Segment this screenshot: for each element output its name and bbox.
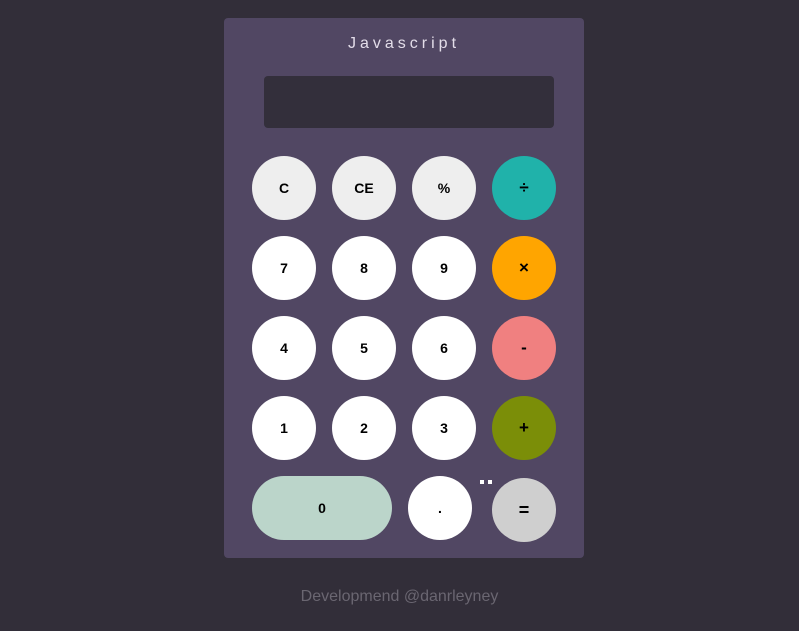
digit-9-button[interactable]: 9 [412, 236, 476, 300]
digit-2-button[interactable]: 2 [332, 396, 396, 460]
digit-6-button[interactable]: 6 [412, 316, 476, 380]
digit-7-button[interactable]: 7 [252, 236, 316, 300]
calculator-display [264, 76, 554, 128]
subtract-button[interactable]: - [492, 316, 556, 380]
digit-8-button[interactable]: 8 [332, 236, 396, 300]
digit-3-button[interactable]: 3 [412, 396, 476, 460]
digit-1-button[interactable]: 1 [252, 396, 316, 460]
calculator-panel: Javascript C CE % ÷ 7 8 9 × 4 5 6 - 1 2 … [224, 18, 584, 558]
drag-handle-icon [480, 480, 492, 484]
equals-button[interactable]: = [492, 478, 556, 542]
digit-5-button[interactable]: 5 [332, 316, 396, 380]
digit-4-button[interactable]: 4 [252, 316, 316, 380]
calculator-title: Javascript [347, 35, 461, 52]
divide-button[interactable]: ÷ [492, 156, 556, 220]
multiply-button[interactable]: × [492, 236, 556, 300]
percent-button[interactable]: % [412, 156, 476, 220]
decimal-button[interactable]: . [408, 476, 472, 540]
digit-0-button[interactable]: 0 [252, 476, 392, 540]
add-button[interactable]: + [492, 396, 556, 460]
clear-button[interactable]: C [252, 156, 316, 220]
footer-credit: Developmend @danrleyney [300, 588, 499, 605]
clear-entry-button[interactable]: CE [332, 156, 396, 220]
